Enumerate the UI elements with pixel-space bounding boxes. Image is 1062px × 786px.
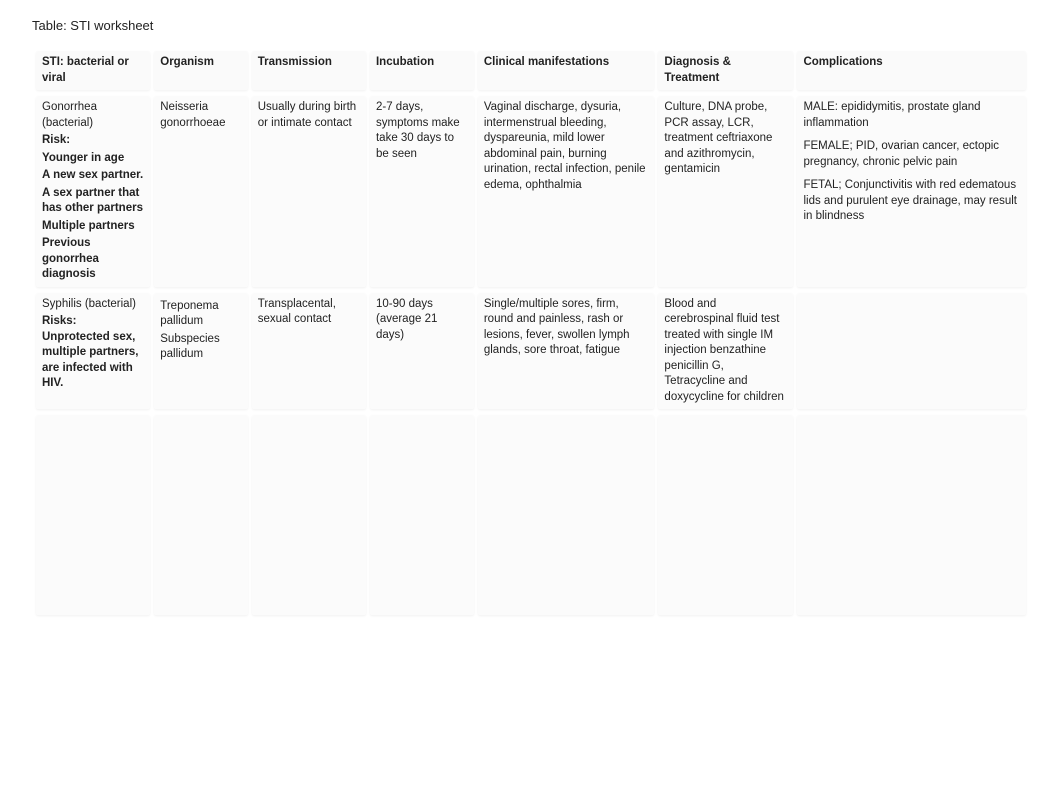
cell-complications xyxy=(797,415,1026,615)
header-transmission: Transmission xyxy=(252,51,366,90)
sti-name: Gonorrhea (bacterial) xyxy=(42,101,97,129)
cell-incubation: 10-90 days (average 21 days) xyxy=(370,293,474,410)
cell-transmission xyxy=(252,415,366,615)
cell-organism: Treponema pallidum Subspecies pallidum xyxy=(154,293,247,410)
header-incubation: Incubation xyxy=(370,51,474,90)
cell-organism: Neisseria gonorrhoeae xyxy=(154,96,247,287)
cell-clinical xyxy=(478,415,655,615)
cell-incubation xyxy=(370,415,474,615)
organism-line: Treponema pallidum xyxy=(160,299,241,330)
risk-item: Previous gonorrhea diagnosis xyxy=(42,236,144,283)
header-sti: STI: bacterial or viral xyxy=(36,51,150,90)
risk-item: A sex partner that has other partners xyxy=(42,186,144,217)
table-row: Gonorrhea (bacterial) Risk: Younger in a… xyxy=(36,96,1026,287)
cell-complications: MALE: epididymitis, prostate gland infla… xyxy=(797,96,1026,287)
sti-name: Syphilis (bacterial) xyxy=(42,298,136,310)
cell-organism xyxy=(154,415,247,615)
cell-complications xyxy=(797,293,1026,410)
cell-clinical: Single/multiple sores, firm, round and p… xyxy=(478,293,655,410)
header-diagnosis: Diagnosis & Treatment xyxy=(658,51,793,90)
table-title: Table: STI worksheet xyxy=(32,18,1030,33)
table-row: Syphilis (bacterial) Risks: Unprotected … xyxy=(36,293,1026,410)
header-organism: Organism xyxy=(154,51,247,90)
cell-diagnosis: Blood and cerebrospinal fluid test treat… xyxy=(658,293,793,410)
cell-sti: Syphilis (bacterial) Risks: Unprotected … xyxy=(36,293,150,410)
table-header-row: STI: bacterial or viral Organism Transmi… xyxy=(36,51,1026,90)
cell-sti: Gonorrhea (bacterial) Risk: Younger in a… xyxy=(36,96,150,287)
organism-line: Subspecies pallidum xyxy=(160,332,241,363)
complication-male: MALE: epididymitis, prostate gland infla… xyxy=(803,100,1020,131)
header-complications: Complications xyxy=(797,51,1026,90)
risk-text: Risks: Unprotected sex, multiple partner… xyxy=(42,314,144,392)
cell-transmission: Usually during birth or intimate contact xyxy=(252,96,366,287)
cell-transmission: Transplacental, sexual contact xyxy=(252,293,366,410)
cell-incubation: 2-7 days, symptoms make take 30 days to … xyxy=(370,96,474,287)
risk-item: Younger in age xyxy=(42,151,144,167)
cell-diagnosis xyxy=(658,415,793,615)
risk-item: Multiple partners xyxy=(42,219,144,235)
cell-clinical: Vaginal discharge, dysuria, intermenstru… xyxy=(478,96,655,287)
cell-sti xyxy=(36,415,150,615)
table-row xyxy=(36,415,1026,615)
complication-female: FEMALE; PID, ovarian cancer, ectopic pre… xyxy=(803,139,1020,170)
header-clinical: Clinical manifestations xyxy=(478,51,655,90)
cell-diagnosis: Culture, DNA probe, PCR assay, LCR, trea… xyxy=(658,96,793,287)
complication-fetal: FETAL; Conjunctivitis with red edematous… xyxy=(803,178,1020,225)
risk-label: Risk: xyxy=(42,133,144,149)
sti-worksheet-table: STI: bacterial or viral Organism Transmi… xyxy=(32,45,1030,621)
risk-item: A new sex partner. xyxy=(42,168,144,184)
